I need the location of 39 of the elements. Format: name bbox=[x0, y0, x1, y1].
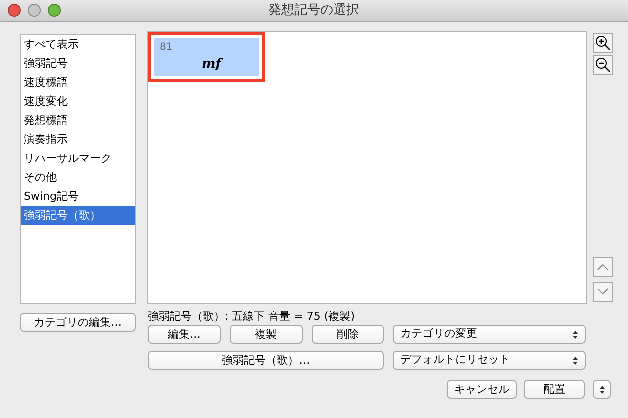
minimize-button[interactable] bbox=[28, 4, 41, 17]
updown-icon bbox=[572, 330, 579, 340]
zoom-button[interactable] bbox=[48, 4, 61, 17]
category-item[interactable]: 強弱記号 bbox=[21, 54, 135, 73]
status-text: 強弱記号（歌）: 五線下 音量 = 75 (複製) bbox=[148, 310, 356, 324]
category-item[interactable]: Swing記号 bbox=[21, 187, 135, 206]
action-button[interactable]: 複製 bbox=[230, 325, 303, 344]
updown-icon bbox=[598, 384, 606, 395]
zoom-out-button[interactable] bbox=[593, 55, 613, 75]
window-title: 発想記号の選択 bbox=[268, 3, 360, 18]
symbol-tile[interactable]: 81 mf bbox=[148, 32, 265, 82]
category-item[interactable]: 速度標語 bbox=[21, 73, 135, 92]
dropdown[interactable]: デフォルトにリセット bbox=[393, 351, 586, 370]
close-button[interactable] bbox=[8, 4, 21, 17]
scroll-down-button[interactable] bbox=[593, 282, 613, 302]
edit-categories-button[interactable]: カテゴリの編集… bbox=[20, 313, 136, 332]
zoom-in-button[interactable] bbox=[593, 33, 613, 53]
dynamic-mark: mf bbox=[202, 58, 222, 72]
zoom-in-icon bbox=[595, 35, 611, 51]
category-item[interactable]: 演奏指示 bbox=[21, 130, 135, 149]
zoom-out-icon bbox=[595, 57, 611, 73]
dialog-button[interactable]: キャンセル bbox=[447, 380, 517, 399]
category-item[interactable]: 強弱記号（歌） bbox=[21, 206, 135, 225]
symbol-number: 81 bbox=[160, 42, 173, 53]
chevron-down-icon bbox=[597, 288, 609, 296]
action-button[interactable]: 編集… bbox=[148, 325, 221, 344]
stepper-button[interactable] bbox=[593, 380, 611, 399]
dialog-button[interactable]: 配置 bbox=[524, 380, 585, 399]
dropdown[interactable]: カテゴリの変更 bbox=[393, 325, 586, 344]
category-item[interactable]: リハーサルマーク bbox=[21, 149, 135, 168]
updown-icon bbox=[572, 356, 579, 366]
category-item[interactable]: その他 bbox=[21, 168, 135, 187]
action-button[interactable]: 削除 bbox=[312, 325, 384, 344]
category-item[interactable]: 速度変化 bbox=[21, 92, 135, 111]
category-item[interactable]: すべて表示 bbox=[21, 35, 135, 54]
category-button[interactable]: 強弱記号（歌）… bbox=[148, 351, 384, 370]
scroll-up-button[interactable] bbox=[593, 257, 613, 277]
category-item[interactable]: 発想標語 bbox=[21, 111, 135, 130]
chevron-up-icon bbox=[597, 263, 609, 271]
